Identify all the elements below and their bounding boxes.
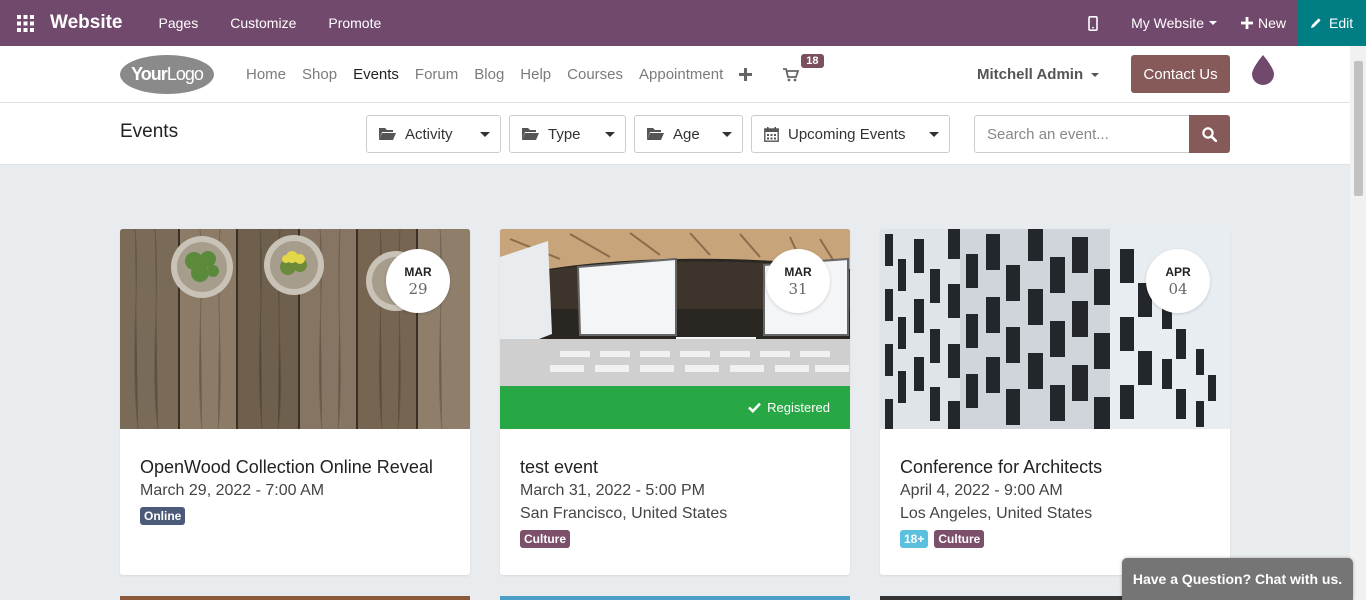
page-title: Events — [120, 121, 179, 142]
event-date-bubble: MAR 31 — [766, 249, 830, 313]
app-brand[interactable]: Website — [50, 12, 123, 34]
logo-text-bold: Your — [131, 64, 168, 84]
event-date-bubble: APR 04 — [1146, 249, 1210, 313]
event-card-body: OpenWood Collection Online Reveal March … — [140, 457, 450, 525]
main-nav: Home Shop Events Forum Blog Help Courses… — [238, 46, 824, 103]
age-filter-dropdown[interactable]: Age — [634, 115, 743, 153]
event-datetime: April 4, 2022 - 9:00 AM — [900, 482, 1063, 499]
shopping-cart-icon — [783, 67, 800, 81]
event-datetime: March 29, 2022 - 7:00 AM — [140, 482, 325, 499]
menu-pages[interactable]: Pages — [143, 15, 215, 31]
activity-filter-label: Activity — [405, 125, 453, 143]
chevron-down-icon — [722, 131, 732, 137]
scrollbar-thumb[interactable] — [1354, 61, 1363, 196]
menu-customize[interactable]: Customize — [214, 15, 312, 31]
folder-open-icon — [647, 128, 664, 140]
event-day: 29 — [408, 279, 428, 298]
nav-events[interactable]: Events — [345, 66, 407, 83]
event-day: 04 — [1168, 279, 1188, 298]
add-menu-plus-icon[interactable] — [739, 68, 753, 81]
event-card[interactable]: Registered MAR 31 test event March 31, 2… — [500, 229, 850, 575]
tag-age-18: 18+ — [900, 530, 929, 548]
nav-help[interactable]: Help — [512, 66, 559, 83]
pencil-icon — [1311, 18, 1321, 28]
theme-drop-icon[interactable] — [1251, 53, 1275, 85]
age-filter-label: Age — [673, 125, 700, 143]
chevron-down-icon — [480, 131, 490, 137]
type-filter-label: Type — [548, 125, 581, 143]
event-title[interactable]: test event — [520, 457, 830, 478]
registered-label: Registered — [767, 400, 830, 415]
event-datetime: March 31, 2022 - 5:00 PM — [520, 482, 705, 499]
new-button-label: New — [1257, 15, 1286, 31]
nav-courses[interactable]: Courses — [559, 66, 631, 83]
edit-button-label: Edit — [1329, 15, 1354, 31]
nav-shop[interactable]: Shop — [294, 66, 345, 83]
event-location: San Francisco, United States — [520, 505, 728, 522]
event-tags: Culture — [520, 530, 830, 548]
type-filter-dropdown[interactable]: Type — [509, 115, 626, 153]
chevron-down-icon — [1091, 72, 1100, 77]
date-filter-label: Upcoming Events — [788, 125, 906, 143]
search-icon — [1202, 126, 1217, 142]
event-card[interactable]: MAR 29 OpenWood Collection Online Reveal… — [120, 229, 470, 575]
chevron-down-icon — [1208, 21, 1217, 25]
event-tags: Online — [140, 507, 450, 525]
event-title[interactable]: OpenWood Collection Online Reveal — [140, 457, 450, 478]
contact-us-button[interactable]: Contact Us — [1131, 55, 1230, 93]
event-date-bubble: MAR 29 — [386, 249, 450, 313]
admin-bar: Website Pages Customize Promote My Websi… — [0, 0, 1366, 46]
chevron-down-icon — [929, 131, 939, 137]
registered-banner: Registered — [500, 386, 850, 429]
live-chat-button[interactable]: Have a Question? Chat with us. — [1122, 558, 1353, 600]
website-selector[interactable]: My Website — [1119, 15, 1229, 31]
nav-forum[interactable]: Forum — [407, 66, 466, 83]
cart-count-badge: 18 — [801, 53, 824, 68]
tag-culture: Culture — [520, 530, 570, 548]
event-card-body: test event March 31, 2022 - 5:00 PM San … — [520, 457, 830, 548]
apps-grid-icon[interactable] — [0, 0, 50, 46]
activity-filter-dropdown[interactable]: Activity — [366, 115, 501, 153]
event-month: APR — [1165, 264, 1191, 279]
next-event-card-peek — [120, 596, 470, 600]
folder-open-icon — [522, 128, 539, 140]
website-selector-label: My Website — [1131, 15, 1204, 31]
site-header: Your Logo Home Shop Events Forum Blog Hel… — [0, 46, 1350, 103]
cart-button[interactable]: 18 — [783, 53, 824, 82]
site-logo[interactable]: Your Logo — [120, 55, 214, 94]
user-name: Mitchell Admin — [977, 66, 1084, 83]
nav-blog[interactable]: Blog — [466, 66, 512, 83]
event-card[interactable]: APR 04 Conference for Architects April 4… — [880, 229, 1230, 575]
next-event-card-peek — [500, 596, 850, 600]
event-tags: 18+ Culture — [900, 530, 1210, 548]
tag-online: Online — [140, 507, 186, 525]
event-month: MAR — [404, 264, 432, 279]
menu-promote[interactable]: Promote — [312, 15, 397, 31]
event-month: MAR — [784, 264, 812, 279]
nav-appointment[interactable]: Appointment — [631, 66, 731, 83]
logo-text: Logo — [166, 64, 204, 84]
check-icon — [748, 402, 762, 413]
event-search-box — [974, 115, 1190, 153]
edit-button[interactable]: Edit — [1298, 0, 1366, 46]
mobile-preview-icon[interactable] — [1079, 15, 1107, 31]
plus-icon — [1240, 17, 1253, 29]
event-search-input[interactable] — [987, 125, 1177, 143]
event-day: 31 — [788, 279, 808, 298]
page-scrollbar[interactable] — [1350, 46, 1366, 600]
date-filter-dropdown[interactable]: Upcoming Events — [751, 115, 950, 153]
nav-home[interactable]: Home — [238, 66, 294, 83]
event-location: Los Angeles, United States — [900, 505, 1093, 522]
folder-open-icon — [379, 128, 396, 140]
search-button[interactable] — [1189, 115, 1230, 153]
event-card-body: Conference for Architects April 4, 2022 … — [900, 457, 1210, 548]
calendar-icon — [764, 126, 779, 142]
new-button[interactable]: New — [1229, 15, 1298, 31]
events-filter-bar: Events Activity Type Age Upcoming Events — [0, 103, 1350, 165]
chevron-down-icon — [605, 131, 615, 137]
event-title[interactable]: Conference for Architects — [900, 457, 1210, 478]
user-menu[interactable]: Mitchell Admin — [977, 66, 1100, 83]
tag-culture: Culture — [934, 530, 985, 548]
